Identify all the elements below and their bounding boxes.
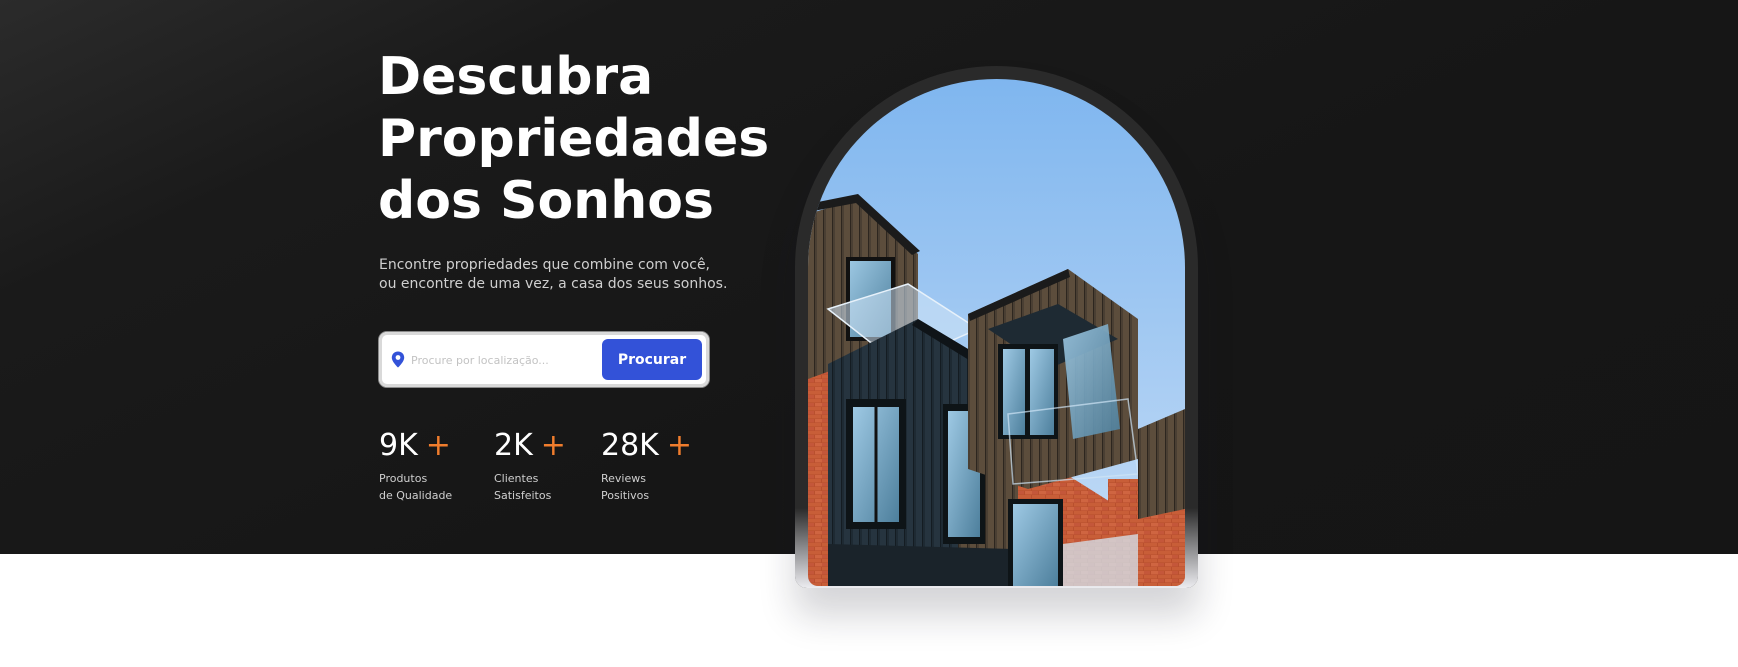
stat-label-line: Reviews: [601, 472, 646, 485]
stat-label-line: Satisfeitos: [494, 489, 552, 502]
stat-plus: +: [666, 428, 692, 463]
stat-label-line: Produtos: [379, 472, 428, 485]
page-title-line: Propriedades: [378, 109, 770, 169]
stat-number: 28K: [601, 428, 659, 463]
stat-value: 28K +: [601, 428, 692, 464]
stat-item: 2K + Clientes Satisfeitos: [494, 428, 566, 504]
stat-label: Reviews Positivos: [601, 470, 692, 504]
page-title-line: dos Sonhos: [378, 171, 714, 231]
stat-value: 9K +: [379, 428, 452, 464]
stat-plus: +: [540, 428, 566, 463]
stat-value: 2K +: [494, 428, 566, 464]
page-title-line: Descubra: [378, 47, 654, 107]
hero-subtitle-line: ou encontre de uma vez, a casa dos seus …: [379, 276, 728, 292]
stat-label: Clientes Satisfeitos: [494, 470, 566, 504]
stat-label-line: Clientes: [494, 472, 539, 485]
stat-number: 9K: [379, 428, 418, 463]
hero-subtitle: Encontre propriedades que combine com vo…: [379, 256, 739, 294]
stat-label: Produtos de Qualidade: [379, 470, 452, 504]
stat-label-line: de Qualidade: [379, 489, 453, 502]
stat-number: 2K: [494, 428, 533, 463]
search-input[interactable]: [411, 346, 581, 374]
stat-plus: +: [425, 428, 451, 463]
hero-building-image: [808, 79, 1185, 586]
search-bar: Procurar: [379, 332, 709, 387]
stat-item: 28K + Reviews Positivos: [601, 428, 692, 504]
search-button[interactable]: Procurar: [602, 339, 702, 380]
page-title: Descubra Propriedades dos Sonhos: [378, 46, 770, 232]
hero-subtitle-line: Encontre propriedades que combine com vo…: [379, 257, 711, 273]
stat-label-line: Positivos: [601, 489, 650, 502]
stat-item: 9K + Produtos de Qualidade: [379, 428, 452, 504]
location-pin-icon: [391, 351, 405, 368]
